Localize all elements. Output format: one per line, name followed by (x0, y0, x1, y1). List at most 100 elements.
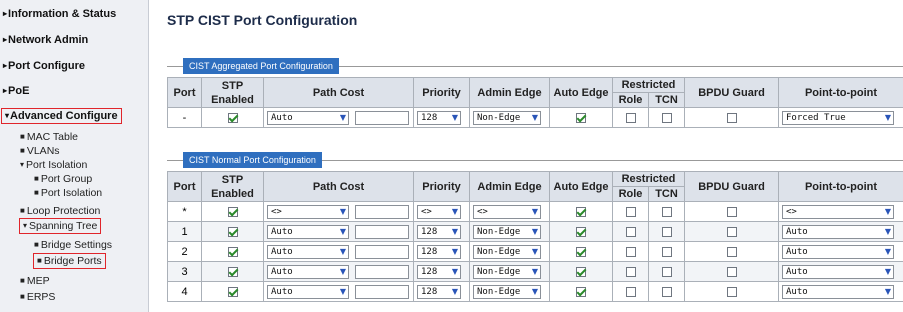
chevron-down-icon: ▼ (531, 206, 538, 216)
priority-cell: <> ▼ (413, 201, 470, 222)
priority-cell: 128 ▼ (413, 261, 470, 282)
nav-port-group[interactable]: ■ Port Group (34, 173, 92, 185)
stp-enabled-checkbox[interactable] (227, 226, 238, 237)
path-cost-value: Auto (271, 112, 293, 123)
table-row: - Auto ▼ 128 ▼ Non-Edge ▼ Forced True ▼ (167, 107, 903, 128)
nav-information-status[interactable]: ▸Information & Status (3, 8, 116, 20)
restricted-role-checkbox[interactable] (625, 266, 636, 277)
restricted-tcn-checkbox[interactable] (661, 286, 672, 297)
restricted-role-checkbox[interactable] (625, 206, 636, 217)
auto-edge-cell (549, 201, 613, 222)
path-cost-text-input[interactable] (355, 204, 409, 219)
admin-edge-select[interactable]: Non-Edge ▼ (473, 224, 541, 239)
priority-select[interactable]: 128 ▼ (417, 224, 461, 239)
path-cost-select[interactable]: <> ▼ (267, 204, 349, 219)
stp-enabled-cell (201, 201, 264, 222)
admin-edge-select[interactable]: Non-Edge ▼ (473, 244, 541, 259)
restricted-tcn-checkbox[interactable] (661, 266, 672, 277)
point-to-point-select[interactable]: Forced True ▼ (782, 110, 895, 125)
restricted-tcn-checkbox[interactable] (661, 206, 672, 217)
point-to-point-select[interactable]: Auto ▼ (782, 284, 895, 299)
priority-select[interactable]: 128 ▼ (417, 244, 461, 259)
stp-enabled-checkbox[interactable] (227, 286, 238, 297)
restricted-role-checkbox[interactable] (625, 226, 636, 237)
restricted-role-checkbox[interactable] (625, 286, 636, 297)
path-cost-text-input[interactable] (355, 284, 409, 299)
restricted-tcn-checkbox[interactable] (661, 246, 672, 257)
chevron-down-icon: ▼ (339, 112, 346, 122)
path-cost-value: Auto (271, 226, 293, 237)
path-cost-select[interactable]: Auto ▼ (267, 244, 349, 259)
auto-edge-checkbox[interactable] (576, 112, 586, 123)
stp-enabled-checkbox[interactable] (227, 266, 238, 277)
point-to-point-select[interactable]: Auto ▼ (782, 264, 895, 279)
point-to-point-select[interactable]: Auto ▼ (782, 224, 895, 239)
bpdu-guard-checkbox[interactable] (726, 286, 737, 297)
nav-bridge-settings[interactable]: ■ Bridge Settings (34, 239, 112, 251)
priority-select[interactable]: <> ▼ (417, 204, 461, 219)
auto-edge-cell (549, 241, 613, 262)
bpdu-guard-checkbox[interactable] (726, 266, 737, 277)
nav-spanning-tree[interactable]: ▾ Spanning Tree (18, 218, 102, 234)
admin-edge-cell: Non-Edge ▼ (469, 107, 550, 128)
col-header-role: Role (612, 92, 649, 108)
path-cost-select[interactable]: Auto ▼ (267, 264, 349, 279)
admin-edge-select[interactable]: Non-Edge ▼ (473, 264, 541, 279)
point-to-point-select[interactable]: <> ▼ (782, 204, 895, 219)
restricted-tcn-checkbox[interactable] (661, 226, 672, 237)
nav-port-isolation[interactable]: ▾ Port Isolation (20, 159, 87, 171)
col-header-priority: Priority (413, 77, 470, 108)
priority-select[interactable]: 128 ▼ (417, 110, 461, 125)
admin-edge-value: <> (477, 206, 488, 217)
nav-mac-table[interactable]: ■ MAC Table (20, 131, 78, 143)
stp-enabled-checkbox[interactable] (227, 112, 238, 123)
nav-vlans[interactable]: ■ VLANs (20, 145, 60, 157)
bpdu-guard-checkbox[interactable] (726, 226, 737, 237)
priority-select[interactable]: 128 ▼ (417, 264, 461, 279)
nav-network-admin[interactable]: ▸Network Admin (3, 34, 88, 46)
admin-edge-select[interactable]: <> ▼ (473, 204, 541, 219)
admin-edge-select[interactable]: Non-Edge ▼ (473, 110, 541, 125)
auto-edge-checkbox[interactable] (576, 286, 586, 297)
nav-mep[interactable]: ■ MEP (20, 275, 50, 287)
nav-poe[interactable]: ▸PoE (3, 85, 29, 97)
restricted-role-checkbox[interactable] (625, 246, 636, 257)
path-cost-value: Auto (271, 246, 293, 257)
path-cost-text-input[interactable] (355, 264, 409, 279)
path-cost-value: <> (271, 206, 282, 217)
chevron-down-icon: ▼ (531, 226, 538, 236)
nav-port-configure[interactable]: ▸Port Configure (3, 60, 85, 72)
nav-port-isolation-child[interactable]: ■ Port Isolation (34, 187, 102, 199)
bpdu-guard-checkbox[interactable] (726, 206, 737, 217)
path-cost-text-input[interactable] (355, 110, 409, 125)
admin-edge-value: Non-Edge (477, 286, 521, 297)
restricted-role-checkbox[interactable] (625, 112, 636, 123)
stp-enabled-checkbox[interactable] (227, 246, 238, 257)
bpdu-guard-checkbox[interactable] (726, 246, 737, 257)
col-header-bpdu-guard: BPDU Guard (684, 77, 780, 108)
nav-loop-protection[interactable]: ■ Loop Protection (20, 205, 100, 217)
auto-edge-checkbox[interactable] (576, 226, 586, 237)
path-cost-text-input[interactable] (355, 224, 409, 239)
restricted-tcn-cell (647, 221, 686, 242)
path-cost-select[interactable]: Auto ▼ (267, 224, 349, 239)
stp-enabled-checkbox[interactable] (227, 206, 238, 217)
expand-arrow-icon: ▸ (3, 61, 8, 70)
priority-select[interactable]: 128 ▼ (417, 284, 461, 299)
path-cost-text-input[interactable] (355, 244, 409, 259)
point-to-point-select[interactable]: Auto ▼ (782, 244, 895, 259)
path-cost-select[interactable]: Auto ▼ (267, 110, 349, 125)
admin-edge-select[interactable]: Non-Edge ▼ (473, 284, 541, 299)
nav-bridge-ports[interactable]: ■ Bridge Ports (33, 253, 106, 269)
bpdu-guard-checkbox[interactable] (726, 112, 737, 123)
chevron-down-icon: ▼ (339, 266, 346, 276)
auto-edge-checkbox[interactable] (576, 246, 586, 257)
chevron-down-icon: ▼ (451, 266, 458, 276)
stp-enabled-cell (201, 221, 264, 242)
path-cost-select[interactable]: Auto ▼ (267, 284, 349, 299)
nav-erps[interactable]: ■ ERPS (20, 291, 55, 303)
auto-edge-checkbox[interactable] (576, 266, 586, 277)
restricted-tcn-checkbox[interactable] (661, 112, 672, 123)
nav-advanced-configure[interactable]: ▾Advanced Configure (1, 108, 122, 124)
auto-edge-checkbox[interactable] (576, 206, 586, 217)
